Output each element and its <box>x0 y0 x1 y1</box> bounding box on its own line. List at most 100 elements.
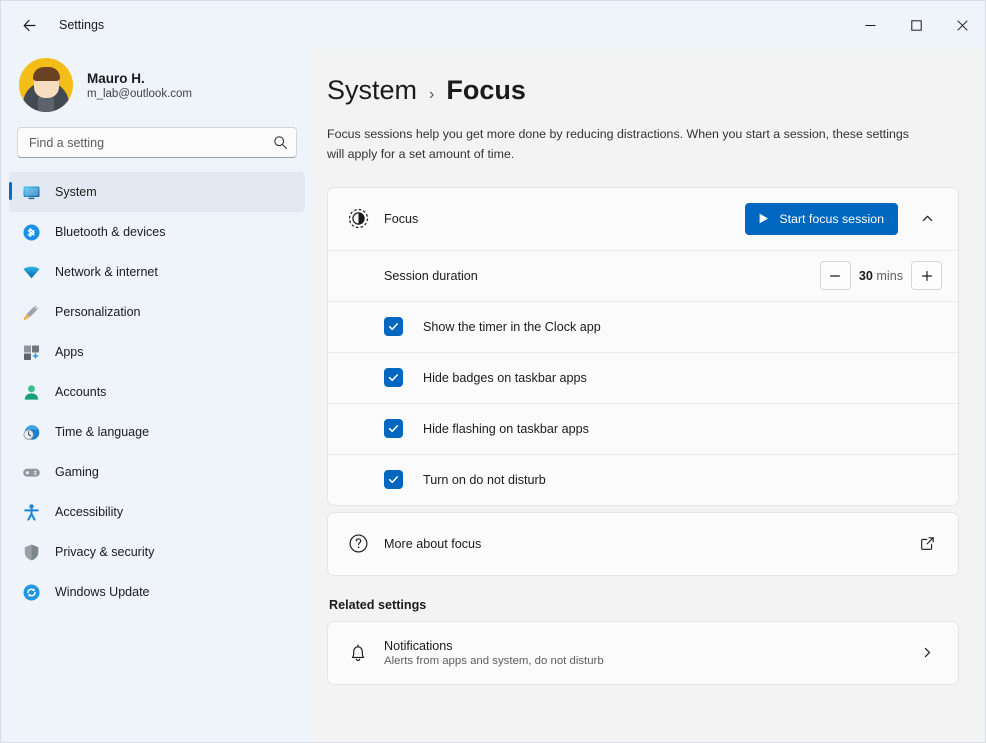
bell-icon <box>346 641 370 665</box>
clock-globe-icon <box>21 422 41 442</box>
maximize-icon <box>910 19 922 31</box>
option-row-hide-badges[interactable]: Hide badges on taskbar apps <box>328 351 958 403</box>
option-label: Hide badges on taskbar apps <box>423 370 587 385</box>
notifications-row[interactable]: Notifications Alerts from apps and syste… <box>328 622 958 684</box>
duration-value: 30 mins <box>859 269 903 283</box>
monitor-icon <box>21 182 41 202</box>
checkbox-hide-flashing[interactable] <box>384 419 403 439</box>
notifications-title: Notifications <box>384 638 453 653</box>
window-controls <box>847 1 985 49</box>
sidebar-item-privacy-security[interactable]: Privacy & security <box>9 532 305 572</box>
option-label: Show the timer in the Clock app <box>423 319 601 334</box>
sidebar: Mauro H. m_lab@outlook.com Find a settin… <box>1 49 313 742</box>
minimize-button[interactable] <box>847 1 893 49</box>
sidebar-item-system[interactable]: System <box>9 172 305 212</box>
maximize-button[interactable] <box>893 1 939 49</box>
account-name: Mauro H. <box>87 70 145 86</box>
notifications-card[interactable]: Notifications Alerts from apps and syste… <box>327 620 959 685</box>
option-label: Turn on do not disturb <box>423 472 546 487</box>
close-icon <box>956 19 968 31</box>
sidebar-item-windows-update[interactable]: Windows Update <box>9 572 305 612</box>
breadcrumb-separator-icon: › <box>429 86 435 103</box>
checkbox-do-not-disturb[interactable] <box>384 470 403 490</box>
session-duration-stepper: 30 mins <box>819 261 942 291</box>
account-block[interactable]: Mauro H. m_lab@outlook.com <box>1 49 313 112</box>
start-focus-session-button[interactable]: Start focus session <box>745 202 898 235</box>
external-link-icon <box>920 537 934 551</box>
session-duration-row: Session duration 30 mins <box>328 249 958 301</box>
sidebar-item-network-internet[interactable]: Network & internet <box>9 252 305 292</box>
notifications-text: Notifications Alerts from apps and syste… <box>384 639 604 667</box>
plus-icon <box>921 270 932 281</box>
apps-icon <box>21 342 41 362</box>
sidebar-item-label: Windows Update <box>55 585 150 599</box>
wifi-icon <box>21 262 41 282</box>
session-duration-label: Session duration <box>384 268 478 283</box>
sidebar-item-personalization[interactable]: Personalization <box>9 292 305 332</box>
focus-timer-icon <box>346 207 370 231</box>
notifications-chevron-button[interactable] <box>912 638 942 668</box>
account-email: m_lab@outlook.com <box>87 87 192 100</box>
close-button[interactable] <box>939 1 985 49</box>
notifications-subtitle: Alerts from apps and system, do not dist… <box>384 654 604 667</box>
option-row-do-not-disturb[interactable]: Turn on do not disturb <box>328 453 958 505</box>
breadcrumb-leaf: Focus <box>446 75 526 105</box>
avatar <box>19 58 73 112</box>
related-settings-heading: Related settings <box>329 597 427 612</box>
check-icon <box>388 323 399 331</box>
page-description: Focus sessions help you get more done by… <box>327 127 909 162</box>
back-button[interactable] <box>13 9 45 41</box>
minimize-icon <box>865 24 875 26</box>
play-icon <box>759 214 769 224</box>
option-label: Hide flashing on taskbar apps <box>423 421 589 436</box>
sidebar-item-apps[interactable]: Apps <box>9 332 305 372</box>
more-about-focus-card[interactable]: More about focus <box>327 511 959 576</box>
focus-header-row: Focus Start focus session <box>328 188 958 250</box>
shield-icon <box>21 542 41 562</box>
checkbox-hide-badges[interactable] <box>384 368 403 388</box>
chevron-up-icon <box>922 216 932 222</box>
sidebar-item-label: Privacy & security <box>55 545 155 559</box>
focus-card: Focus Start focus session Session durati… <box>327 186 959 506</box>
paintbrush-icon <box>21 302 41 322</box>
search-box[interactable] <box>17 127 297 158</box>
check-icon <box>388 425 399 433</box>
duration-decrease-button[interactable] <box>819 261 851 291</box>
accessibility-icon <box>21 502 41 522</box>
sidebar-item-label: Accounts <box>55 385 107 399</box>
search-container <box>1 111 313 166</box>
sidebar-item-time-language[interactable]: Time & language <box>9 412 305 452</box>
sidebar-item-label: Personalization <box>55 305 141 319</box>
more-about-focus-row[interactable]: More about focus <box>328 513 958 575</box>
sidebar-item-label: Gaming <box>55 465 99 479</box>
search-icon <box>274 136 287 149</box>
sidebar-item-accessibility[interactable]: Accessibility <box>9 492 305 532</box>
update-sync-icon <box>21 582 41 602</box>
settings-window: Settings Mauro H. m_lab@outlook.com Find… <box>0 0 986 743</box>
option-row-show-timer[interactable]: Show the timer in the Clock app <box>328 300 958 352</box>
duration-unit: mins <box>876 268 903 283</box>
sidebar-nav: System Bluetooth & devices Network & int… <box>1 172 313 612</box>
start-focus-session-label: Start focus session <box>779 211 884 226</box>
duration-increase-button[interactable] <box>911 261 942 291</box>
chevron-right-icon <box>924 648 930 658</box>
search-input[interactable] <box>29 135 273 150</box>
gamepad-icon <box>21 462 41 482</box>
sidebar-item-gaming[interactable]: Gaming <box>9 452 305 492</box>
question-circle-icon <box>346 532 370 556</box>
sidebar-item-label: Bluetooth & devices <box>55 225 166 239</box>
sidebar-item-label: System <box>55 185 97 199</box>
option-row-hide-flashing[interactable]: Hide flashing on taskbar apps <box>328 402 958 454</box>
minus-icon <box>830 275 841 277</box>
sidebar-item-accounts[interactable]: Accounts <box>9 372 305 412</box>
collapse-focus-card-button[interactable] <box>912 204 942 234</box>
breadcrumb: System › Focus <box>327 75 959 106</box>
breadcrumb-root[interactable]: System <box>327 75 417 106</box>
open-external-button[interactable] <box>912 529 942 559</box>
sidebar-item-label: Apps <box>55 345 84 359</box>
back-arrow-icon <box>23 19 36 31</box>
checkbox-show-timer[interactable] <box>384 317 403 337</box>
title-bar: Settings <box>1 1 985 49</box>
content-area: System › Focus Focus sessions help you g… <box>313 49 985 742</box>
sidebar-item-bluetooth-devices[interactable]: Bluetooth & devices <box>9 212 305 252</box>
